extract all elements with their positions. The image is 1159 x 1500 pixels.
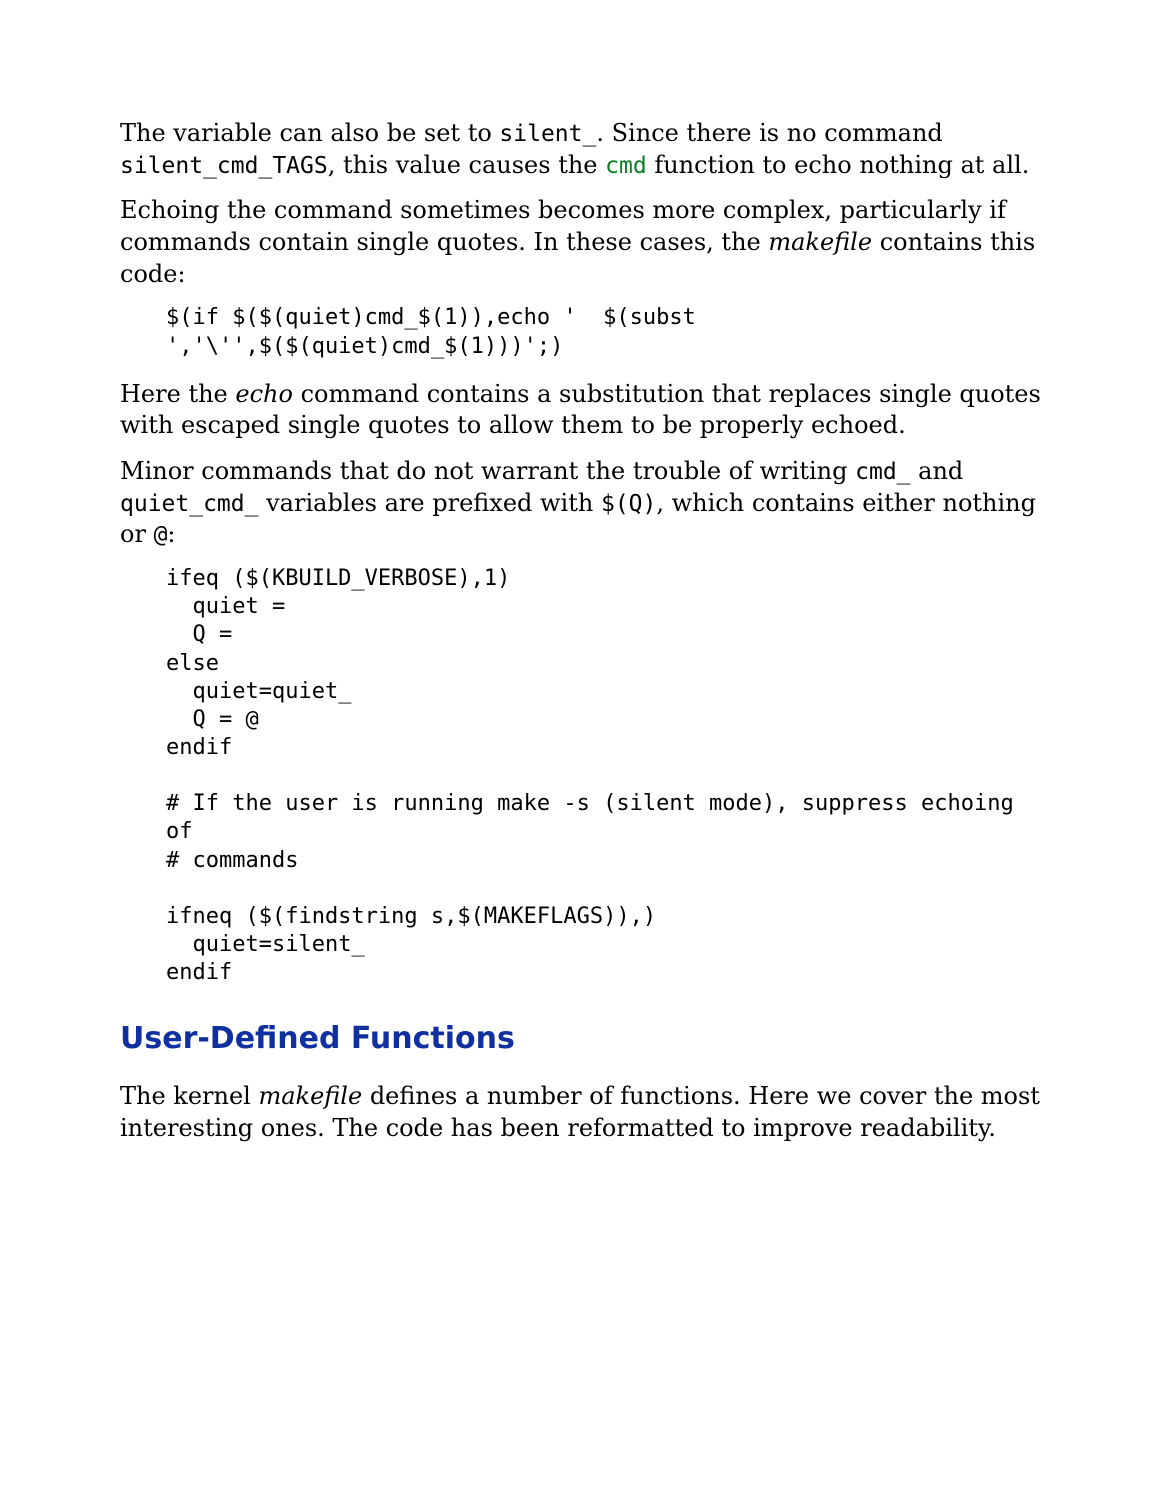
paragraph-minor-commands: Minor commands that do not warrant the t… bbox=[120, 456, 1049, 551]
paragraph-echo-substitution: Here the echo command contains a substit… bbox=[120, 379, 1049, 442]
text-run: The kernel bbox=[120, 1082, 258, 1110]
text-run: , this value causes the bbox=[328, 151, 605, 179]
keyword-cmd: cmd bbox=[605, 153, 647, 179]
italic-makefile: makefile bbox=[768, 228, 872, 256]
italic-makefile: makefile bbox=[258, 1082, 362, 1110]
text-run: Minor commands that do not warrant the t… bbox=[120, 457, 855, 485]
inline-code: @ bbox=[154, 522, 168, 548]
text-run: . Since there is no command bbox=[596, 119, 942, 147]
text-run: Here the bbox=[120, 380, 235, 408]
text-run: variables are prefixed with bbox=[258, 489, 600, 517]
italic-echo: echo bbox=[235, 380, 293, 408]
paragraph-kernel-makefile-functions: The kernel makefile defines a number of … bbox=[120, 1081, 1049, 1144]
inline-code: quiet_cmd_ bbox=[120, 491, 258, 517]
text-run: The variable can also be set to bbox=[120, 119, 499, 147]
text-run: and bbox=[911, 457, 964, 485]
inline-code: silent_cmd_TAGS bbox=[120, 153, 328, 179]
paragraph-silent-variable: The variable can also be set to silent_.… bbox=[120, 118, 1049, 181]
code-block-subst: $(if $($(quiet)cmd_$(1)),echo ' $(subst … bbox=[166, 304, 1049, 360]
inline-code: cmd_ bbox=[855, 459, 910, 485]
code-block-kbuild: ifeq ($(KBUILD_VERBOSE),1) quiet = Q = e… bbox=[166, 565, 1049, 987]
text-run: : bbox=[167, 520, 175, 548]
inline-code: $(Q) bbox=[601, 491, 656, 517]
paragraph-echo-complex: Echoing the command sometimes becomes mo… bbox=[120, 195, 1049, 290]
inline-code: silent_ bbox=[499, 121, 596, 147]
text-run: function to echo nothing at all. bbox=[647, 151, 1030, 179]
heading-user-defined-functions: User-Defined Functions bbox=[120, 1019, 1049, 1059]
